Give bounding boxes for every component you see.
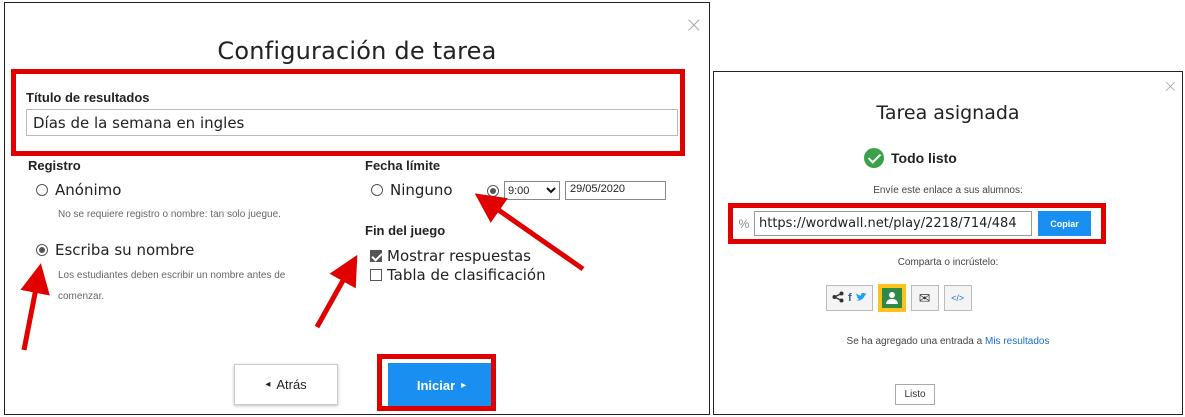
radio-deadline-none[interactable]: Ninguno — [371, 181, 453, 199]
checkbox-show-answers-label: Mostrar respuestas — [387, 247, 531, 265]
checkbox[interactable] — [370, 269, 382, 281]
twitter-icon — [855, 292, 867, 305]
deadline-date-group: 9:00 29/05/2020 — [487, 181, 666, 200]
anonymous-hint: No se requiere registro o nombre: tan so… — [58, 209, 281, 220]
status-label: Todo listo — [891, 150, 957, 166]
radio-button[interactable] — [36, 184, 48, 196]
registro-label: Registro — [28, 158, 81, 173]
chevron-left-icon: ◂ — [265, 379, 271, 390]
copy-button[interactable]: Copiar — [1038, 211, 1091, 236]
checkbox-show-answers[interactable]: Mostrar respuestas — [370, 247, 531, 265]
results-added-text: Se ha agregado una entrada a Mis resulta… — [714, 336, 1182, 347]
email-share-button[interactable]: ✉ — [910, 285, 939, 311]
embed-icon: </> — [951, 293, 965, 303]
enter-name-hint-line1: Los estudiantes deben escribir un nombre… — [58, 270, 286, 281]
task-assigned-dialog: × Tarea asignada Todo listo Envíe este e… — [713, 71, 1183, 415]
social-share-button[interactable]: f — [826, 285, 873, 311]
send-link-text: Envíe este enlace a sus alumnos: — [873, 185, 1023, 196]
share-link-input[interactable] — [754, 211, 1032, 236]
link-icon: % — [738, 216, 750, 231]
radio-deadline-date[interactable] — [487, 184, 499, 197]
status-ready: Todo listo — [864, 148, 957, 168]
time-value: 9:00 — [508, 184, 530, 197]
share-embed-text: Comparta o incrústelo: — [897, 257, 999, 268]
google-classroom-icon — [881, 288, 902, 308]
radio-enter-name-label: Escriba su nombre — [55, 241, 195, 259]
results-added-prefix: Se ha agregado una entrada a — [846, 336, 985, 347]
radio-anonymous[interactable]: Anónimo — [36, 181, 121, 199]
date-input[interactable]: 29/05/2020 — [565, 181, 666, 200]
back-button-label: Atrás — [276, 377, 307, 392]
close-icon[interactable]: × — [685, 15, 703, 37]
checkbox-leaderboard[interactable]: Tabla de clasificación — [370, 266, 546, 284]
share-icon — [832, 291, 844, 306]
checkbox-leaderboard-label: Tabla de clasificación — [387, 266, 546, 284]
radio-anonymous-label: Anónimo — [55, 181, 122, 199]
highlight-box — [11, 69, 685, 156]
dialog-title: Configuración de tarea — [217, 37, 497, 65]
deadline-label: Fecha límite — [365, 158, 441, 173]
google-classroom-button[interactable] — [877, 284, 906, 312]
share-buttons: f ✉ </> — [826, 284, 972, 312]
enter-name-hint: Los estudiantes deben escribir un nombre… — [58, 265, 358, 307]
chevron-down-icon — [546, 185, 556, 197]
time-select[interactable]: 9:00 — [504, 181, 560, 200]
checkmark-circle-icon — [864, 148, 884, 168]
task-config-dialog: × Configuración de tarea Título de resul… — [4, 2, 710, 415]
done-button[interactable]: Listo — [895, 384, 935, 405]
highlight-box — [377, 354, 496, 411]
close-icon[interactable]: × — [1163, 78, 1178, 96]
embed-button[interactable]: </> — [943, 285, 972, 311]
radio-deadline-none-label: Ninguno — [390, 181, 453, 199]
enter-name-hint-line2: comenzar. — [58, 291, 105, 302]
back-button[interactable]: ◂ Atrás — [234, 364, 338, 405]
dialog-title: Tarea asignada — [876, 102, 1020, 124]
email-icon: ✉ — [918, 289, 931, 306]
my-results-link[interactable]: Mis resultados — [985, 336, 1049, 347]
game-end-label: Fin del juego — [365, 223, 446, 238]
checkbox[interactable] — [370, 250, 382, 262]
radio-enter-name[interactable]: Escriba su nombre — [36, 241, 194, 259]
share-link-row: % Copiar — [734, 208, 1091, 239]
radio-button[interactable] — [371, 184, 383, 196]
radio-button[interactable] — [36, 244, 48, 256]
facebook-icon: f — [848, 292, 852, 304]
